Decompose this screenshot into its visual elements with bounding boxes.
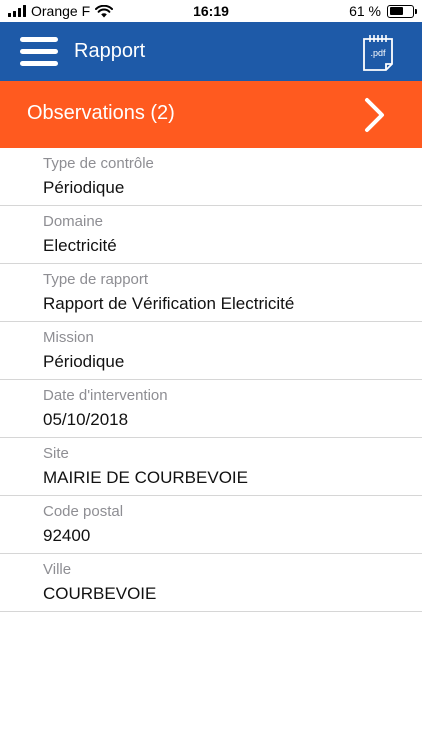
field-value: MAIRIE DE COURBEVOIE	[43, 468, 248, 487]
field-label: Type de rapport	[43, 271, 149, 288]
field-label: Ville	[43, 561, 72, 578]
field-row-date-intervention: Date d'intervention 05/10/2018	[0, 380, 422, 438]
field-row-domaine: Domaine Electricité	[0, 206, 422, 264]
battery-percent: 61 %	[349, 3, 381, 19]
battery-fill	[389, 7, 403, 15]
field-label: Date d'intervention	[43, 387, 168, 404]
field-label: Code postal	[43, 503, 124, 520]
field-row-mission: Mission Périodique	[0, 322, 422, 380]
status-bar-left: Orange F	[8, 3, 114, 19]
field-value: Electricité	[43, 236, 117, 255]
observations-label: Observations (2)	[27, 102, 175, 124]
pdf-export-icon[interactable]: .pdf	[362, 34, 394, 72]
battery-icon	[387, 4, 417, 18]
field-value: Périodique	[43, 178, 125, 197]
field-label: Mission	[43, 329, 94, 346]
field-row-ville: Ville COURBEVOIE	[0, 554, 422, 612]
chevron-right-icon	[365, 98, 384, 132]
field-label: Site	[43, 445, 69, 462]
field-value: Périodique	[43, 352, 125, 371]
field-value: Rapport de Vérification Electricité	[43, 294, 295, 313]
hamburger-menu-icon[interactable]	[20, 35, 60, 67]
page-title: Rapport	[74, 40, 146, 62]
field-row-site: Site MAIRIE DE COURBEVOIE	[0, 438, 422, 496]
field-row-type-de-controle: Type de contrôle Périodique	[0, 148, 422, 206]
report-details-list: Type de contrôle Périodique Domaine Elec…	[0, 148, 422, 612]
field-value: 92400	[43, 526, 91, 545]
field-row-code-postal: Code postal 92400	[0, 496, 422, 554]
field-label: Type de contrôle	[43, 155, 154, 172]
observations-button[interactable]: Observations (2)	[0, 81, 422, 148]
field-label: Domaine	[43, 213, 104, 230]
field-value: 05/10/2018	[43, 410, 129, 429]
status-bar-right: 61 %	[349, 3, 417, 19]
signal-strength-icon	[8, 5, 26, 17]
carrier-name: Orange F	[31, 3, 91, 19]
field-value: COURBEVOIE	[43, 584, 157, 603]
status-bar: Orange F 16:19 61 %	[0, 0, 422, 22]
pdf-label: .pdf	[370, 48, 386, 58]
wifi-icon	[95, 4, 114, 17]
field-row-type-de-rapport: Type de rapport Rapport de Vérification …	[0, 264, 422, 322]
app-header: Rapport .pdf	[0, 22, 422, 81]
